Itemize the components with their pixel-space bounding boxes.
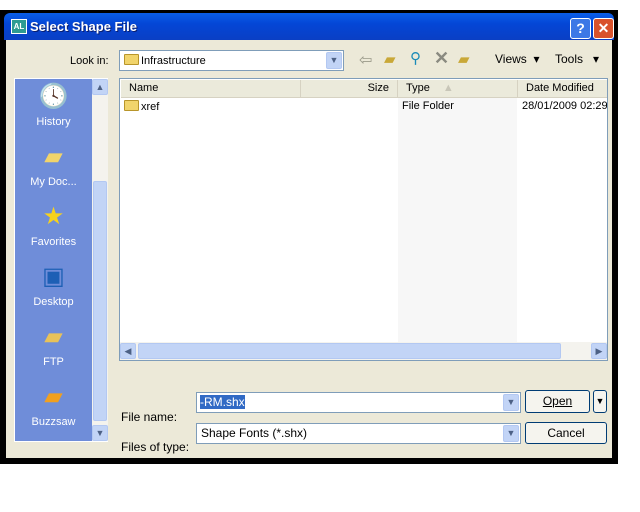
chevron-down-icon[interactable]: ▼ bbox=[503, 425, 519, 442]
file-name: xref bbox=[141, 101, 160, 113]
place-ftp[interactable]: ▰ FTP bbox=[15, 322, 92, 368]
places-scrollbar[interactable]: ▲ ▼ bbox=[92, 79, 108, 441]
column-date-modified[interactable]: Date Modified bbox=[517, 80, 607, 98]
help-button[interactable]: ? bbox=[570, 18, 591, 39]
up-folder-icon[interactable]: ▰ bbox=[384, 50, 396, 68]
delete-icon[interactable]: ✕ bbox=[434, 48, 449, 69]
files-of-type-value: Shape Fonts (*.shx) bbox=[201, 426, 308, 440]
file-row[interactable]: xref File Folder 28/01/2009 02:29 bbox=[124, 100, 607, 116]
folder-icon bbox=[124, 54, 139, 65]
ftp-icon: ▰ bbox=[44, 323, 63, 350]
close-button[interactable]: ✕ bbox=[593, 18, 614, 39]
views-menu[interactable]: Views ▾ bbox=[495, 52, 540, 66]
cancel-button[interactable]: Cancel bbox=[525, 422, 607, 444]
place-history[interactable]: 🕓 History bbox=[15, 82, 92, 128]
title-bar[interactable]: AL Select Shape File ? ✕ bbox=[4, 13, 614, 40]
back-icon[interactable]: ⇦ bbox=[359, 50, 372, 70]
place-label: Desktop bbox=[33, 296, 74, 308]
place-label: Favorites bbox=[30, 236, 77, 248]
open-button[interactable]: Open bbox=[525, 390, 590, 413]
buzzsaw-icon: ▰ bbox=[44, 383, 63, 410]
files-of-type-label: Files of type: bbox=[121, 440, 190, 454]
place-my-documents[interactable]: ▰ My Doc... bbox=[15, 142, 92, 188]
look-in-label: Look in: bbox=[70, 55, 109, 67]
file-name-value: -RM.shx bbox=[200, 395, 245, 409]
folder-open-icon: ▰ bbox=[44, 143, 63, 170]
file-list: Name Size Type ▲ Date Modified xref File… bbox=[119, 78, 608, 361]
open-options-button[interactable]: ▼ bbox=[593, 390, 607, 413]
tools-label: Tools bbox=[555, 52, 584, 66]
folder-icon bbox=[124, 100, 139, 111]
look-in-combo[interactable]: Infrastructure ▼ bbox=[119, 50, 344, 71]
scroll-up-icon[interactable]: ▲ bbox=[92, 79, 108, 95]
window-title: Select Shape File bbox=[30, 19, 137, 34]
places-bar: 🕓 History ▰ My Doc... ★ Favorites ▣ Desktop … bbox=[14, 78, 108, 442]
place-label: FTP bbox=[43, 356, 64, 368]
dialog-window: AL Select Shape File ? ✕ Look in: Infras… bbox=[0, 10, 618, 464]
scroll-thumb[interactable] bbox=[93, 181, 107, 421]
chevron-down-icon[interactable]: ▼ bbox=[503, 394, 519, 411]
desktop-icon: ▣ bbox=[42, 263, 65, 290]
tools-menu[interactable]: Tools ▾ bbox=[555, 52, 599, 66]
place-desktop[interactable]: ▣ Desktop bbox=[15, 262, 92, 308]
sorted-column-highlight bbox=[398, 98, 517, 342]
column-size[interactable]: Size bbox=[300, 80, 397, 98]
horizontal-scrollbar[interactable]: ◀ ▶ bbox=[120, 342, 607, 360]
scroll-down-icon[interactable]: ▼ bbox=[92, 425, 108, 441]
chevron-down-icon[interactable]: ▼ bbox=[326, 52, 342, 69]
new-folder-icon[interactable]: ▰ bbox=[458, 50, 470, 68]
file-name-input[interactable]: -RM.shx ▼ bbox=[196, 392, 521, 413]
file-date: 28/01/2009 02:29 bbox=[522, 100, 607, 112]
place-label: History bbox=[36, 116, 71, 128]
search-web-icon[interactable]: ⚲ bbox=[410, 49, 421, 67]
column-type-label: Type bbox=[406, 82, 430, 94]
place-label: Buzzsaw bbox=[31, 416, 76, 428]
horizontal-scroll-thumb[interactable] bbox=[138, 343, 561, 359]
column-type[interactable]: Type ▲ bbox=[397, 80, 517, 98]
sort-ascending-icon: ▲ bbox=[442, 82, 454, 94]
column-name[interactable]: Name bbox=[121, 80, 300, 98]
place-favorites[interactable]: ★ Favorites bbox=[15, 202, 92, 248]
scroll-right-icon[interactable]: ▶ bbox=[591, 343, 607, 359]
files-of-type-select[interactable]: Shape Fonts (*.shx) ▼ bbox=[196, 423, 521, 444]
views-label: Views bbox=[495, 52, 527, 66]
open-label: Open bbox=[542, 394, 573, 408]
file-name-label: File name: bbox=[121, 410, 178, 424]
look-in-value: Infrastructure bbox=[141, 55, 206, 67]
place-buzzsaw[interactable]: ▰ Buzzsaw bbox=[15, 382, 92, 428]
dialog-body: Look in: Infrastructure ▼ ⇦ ▰ ⚲ ✕ ▰ View… bbox=[6, 40, 612, 458]
scroll-left-icon[interactable]: ◀ bbox=[120, 343, 136, 359]
history-icon: 🕓 bbox=[38, 83, 69, 110]
app-icon: AL bbox=[11, 19, 27, 34]
file-type: File Folder bbox=[402, 100, 454, 112]
place-label: My Doc... bbox=[30, 176, 77, 188]
star-icon: ★ bbox=[42, 203, 65, 230]
